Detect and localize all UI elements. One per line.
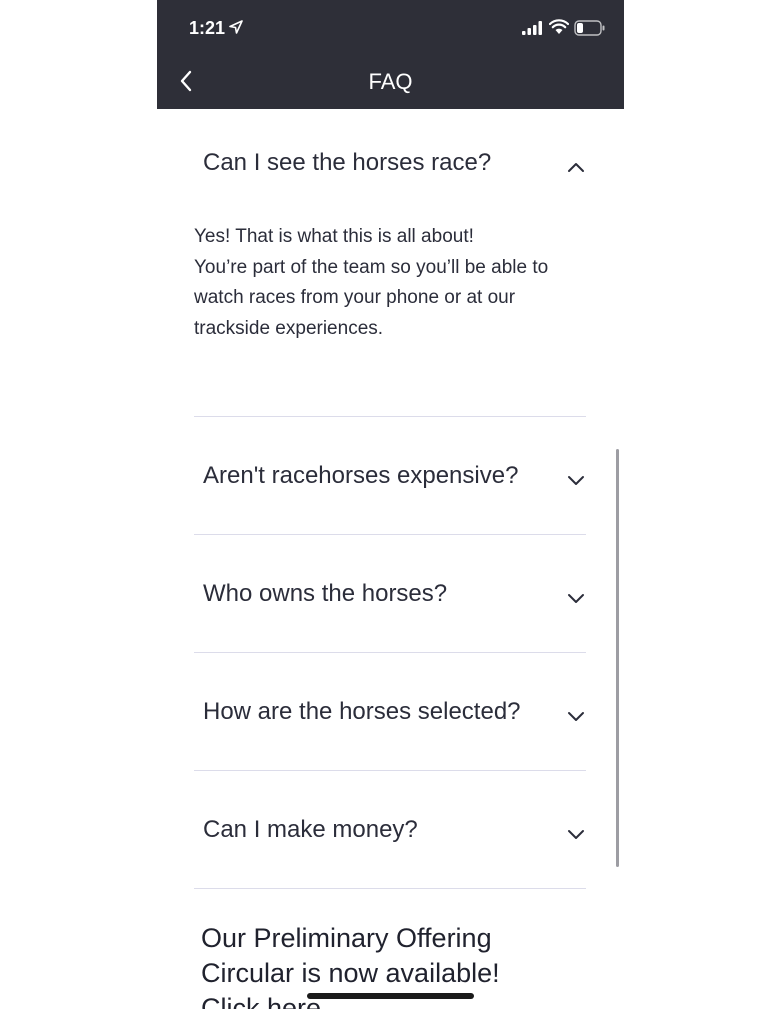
app-header: 1:21 FAQ: [157, 0, 624, 109]
divider: [194, 770, 586, 771]
divider: [194, 888, 586, 889]
status-bar: 1:21: [157, 0, 624, 58]
faq-item-make-money[interactable]: Can I make money?: [194, 814, 586, 854]
faq-question: Aren't racehorses expensive?: [203, 462, 519, 489]
battery-icon: [574, 20, 605, 36]
page-title: FAQ: [368, 69, 413, 94]
divider: [194, 652, 586, 653]
answer-line: watch races from your phone or at our: [194, 287, 516, 308]
phone-screen: 1:21 FAQ Can I see the horses race? Yes!…: [157, 0, 624, 1009]
status-time: 1:21: [189, 18, 226, 38]
faq-question: Can I see the horses race?: [203, 149, 492, 176]
chevron-down-icon: [568, 830, 584, 839]
chevron-down-icon: [568, 712, 584, 721]
location-arrow-icon: [229, 20, 243, 34]
scrollbar[interactable]: [616, 449, 619, 867]
divider: [194, 416, 586, 417]
chevron-down-icon: [568, 476, 584, 485]
promo-line: Circular is now available!: [201, 958, 500, 988]
faq-question: How are the horses selected?: [203, 698, 521, 725]
answer-line: trackside experiences.: [194, 317, 384, 339]
home-indicator[interactable]: [307, 993, 474, 999]
faq-question: Who owns the horses?: [203, 580, 448, 607]
chevron-up-icon: [568, 163, 584, 172]
wifi-icon: [549, 19, 569, 34]
faq-item-horses-selected[interactable]: How are the horses selected?: [194, 696, 586, 736]
answer-line: Yes! That is what this is all about!: [194, 226, 474, 247]
faq-question: Can I make money?: [203, 816, 418, 843]
faq-answer: Yes! That is what this is all about! You…: [194, 222, 594, 344]
chevron-down-icon: [568, 594, 584, 603]
promo-line: Our Preliminary Offering: [201, 923, 492, 953]
cellular-signal-icon: [522, 21, 542, 35]
answer-line: You’re part of the team so you’ll be abl…: [194, 256, 549, 278]
faq-list: Can I see the horses race? Yes! That is …: [157, 109, 624, 1009]
faq-item-who-owns[interactable]: Who owns the horses?: [194, 578, 586, 618]
faq-item-horses-race[interactable]: Can I see the horses race?: [194, 147, 586, 187]
faq-item-racehorses-expensive[interactable]: Aren't racehorses expensive?: [194, 460, 586, 500]
divider: [194, 534, 586, 535]
